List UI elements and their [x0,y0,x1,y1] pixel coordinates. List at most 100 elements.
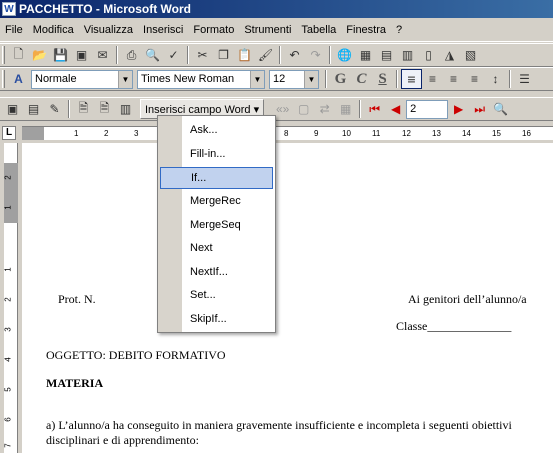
ruler-tick: 12 [402,129,411,138]
menu-item-nextif[interactable]: NextIf... [160,261,273,283]
chevron-down-icon[interactable]: ▼ [304,70,318,88]
line-spacing-icon[interactable]: ↕ [485,69,506,89]
chevron-down-icon[interactable]: ▼ [250,70,264,88]
menu-item-mergerec[interactable]: MergeRec [160,190,273,212]
menu-item-set[interactable]: Set... [160,284,273,306]
menu-item-next[interactable]: Next [160,237,273,259]
last-record-icon[interactable]: ⏭ [469,99,490,119]
print-preview-icon[interactable]: 🔍 [142,45,163,65]
oggetto-line: OGGETTO: DEBITO FORMATIVO [46,348,226,362]
menu-modifica[interactable]: Modifica [28,24,79,36]
menu-item-mergeseq[interactable]: MergeSeq [160,214,273,236]
insert-merge-fields-icon[interactable]: ▥ [115,99,136,119]
highlight-fields-icon[interactable]: ▢ [293,99,314,119]
ruler-left-margin [22,127,44,140]
redo-icon[interactable]: ↷ [305,45,326,65]
styles-formatting-icon[interactable]: A [8,69,29,89]
vertical-ruler[interactable]: 2 1 1 2 3 4 5 6 7 [0,143,22,453]
menu-tabella[interactable]: Tabella [296,24,341,36]
find-entry-icon[interactable]: 🔍 [490,99,511,119]
align-left-icon[interactable]: ≡ [401,69,422,89]
first-record-icon[interactable]: ⏮ [364,99,385,119]
horizontal-ruler[interactable]: 1 2 3 4 5 6 7 8 9 10 11 12 13 14 15 16 [22,126,553,140]
paste-icon[interactable]: 📋 [234,45,255,65]
vruler-tick: 2 [3,175,13,180]
main-document-icon[interactable]: ▣ [2,99,23,119]
underline-button[interactable]: S [372,69,393,89]
justify-icon[interactable]: ≡ [464,69,485,89]
propagate-labels-icon[interactable]: ▦ [335,99,356,119]
insert-greeting-icon[interactable]: 🗎 [94,99,115,119]
menu-item-skipif[interactable]: SkipIf... [160,308,273,330]
numbering-icon[interactable]: ☰ [514,69,535,89]
save-icon[interactable]: 💾 [50,45,71,65]
menu-help[interactable]: ? [391,24,407,36]
menu-item-if[interactable]: If... [160,167,273,189]
font-value: Times New Roman [141,73,235,85]
font-size-select[interactable]: 12 ▼ [269,69,319,89]
open-data-source-icon[interactable]: ▤ [23,99,44,119]
format-painter-icon[interactable]: 🖌 [255,45,276,65]
font-size-value: 12 [273,73,286,85]
vruler-tick: 1 [3,205,13,210]
chevron-down-icon[interactable]: ▼ [118,70,132,88]
italic-button[interactable]: C [351,69,372,89]
insert-address-block-icon[interactable]: 🗎 [73,99,94,119]
toolbar-separator [68,100,70,118]
undo-icon[interactable]: ↶ [284,45,305,65]
menu-visualizza[interactable]: Visualizza [79,24,138,36]
cut-icon[interactable]: ✂ [192,45,213,65]
menu-inserisci[interactable]: Inserisci [138,24,188,36]
insert-table-icon[interactable]: ▤ [376,45,397,65]
edit-recipients-icon[interactable]: ✎ [44,99,65,119]
classe-field: Classe______________ [396,319,512,333]
permission-icon[interactable]: ▣ [71,45,92,65]
new-document-icon[interactable]: 🗋 [8,45,29,65]
menu-file[interactable]: File [0,24,28,36]
toolbar-separator [329,46,331,64]
tab-selector[interactable]: L [2,126,16,140]
ruler-tick: 10 [342,129,351,138]
style-select[interactable]: Normale ▼ [31,69,133,89]
spelling-icon[interactable]: ✓ [163,45,184,65]
open-folder-icon[interactable]: 📂 [29,45,50,65]
copy-icon[interactable]: ❐ [213,45,234,65]
menu-item-fill-in[interactable]: Fill-in... [160,143,273,165]
align-center-icon[interactable]: ≡ [422,69,443,89]
ruler-tick: 11 [372,129,381,138]
print-icon[interactable]: ⎙ [121,45,142,65]
toolbar-grip[interactable] [2,70,5,88]
align-right-icon[interactable]: ≡ [443,69,464,89]
document-map-icon[interactable]: ▧ [460,45,481,65]
paragraph-a-line1: a) L’alunno/a ha conseguito in maniera g… [46,418,512,432]
document-page[interactable]: Prot. N. Ai genitori dell’alunno/a Class… [22,143,553,453]
columns-icon[interactable]: ▯ [418,45,439,65]
style-value: Normale [35,73,77,85]
ruler-tick: 16 [522,129,531,138]
insert-excel-icon[interactable]: ▥ [397,45,418,65]
next-record-icon[interactable]: ▶ [448,99,469,119]
previous-record-icon[interactable]: ◀ [385,99,406,119]
email-icon[interactable]: ✉ [92,45,113,65]
menu-strumenti[interactable]: Strumenti [239,24,296,36]
vruler-tick: 3 [3,327,13,332]
font-select[interactable]: Times New Roman ▼ [137,69,265,89]
menu-item-ask[interactable]: Ask... [160,119,273,141]
match-fields-icon[interactable]: ⇄ [314,99,335,119]
record-number-input[interactable]: 2 [406,99,449,119]
word-icon: W [2,2,16,16]
drawing-icon[interactable]: ◮ [439,45,460,65]
materia-heading: MATERIA [46,376,104,390]
menu-finestra[interactable]: Finestra [341,24,391,36]
ruler-tick: 8 [284,129,289,138]
insert-word-field-menu: Ask... Fill-in... If... MergeRec MergeSe… [157,115,276,333]
paragraph-a-line2: disciplinari e di apprendimento: [46,433,199,447]
toolbar-separator [359,100,362,118]
vruler-tick: 5 [3,387,13,392]
hyperlink-icon[interactable]: 🌐 [334,45,355,65]
menu-formato[interactable]: Formato [188,24,239,36]
bold-button[interactable]: G [330,69,351,89]
toolbar-grip[interactable] [2,46,5,64]
ruler-tick: 2 [104,129,109,138]
tables-borders-icon[interactable]: ▦ [355,45,376,65]
